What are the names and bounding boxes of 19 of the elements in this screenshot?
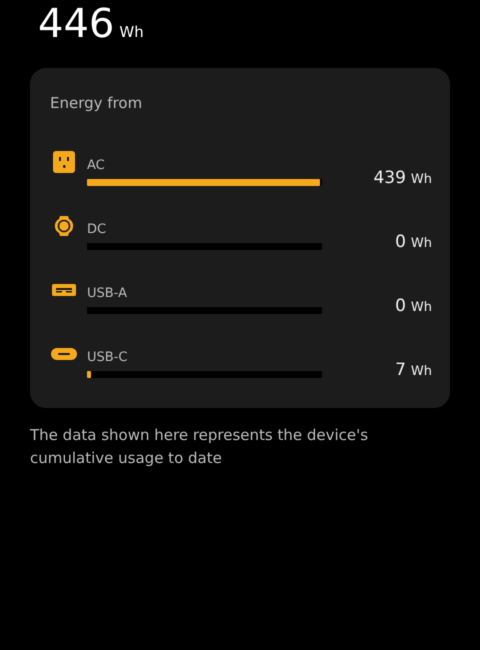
outlet-icon (50, 150, 78, 174)
energy-unit: Wh (410, 364, 432, 379)
energy-value: 0 (395, 296, 406, 316)
usage-note: The data shown here represents the device's cumulative usage to date (30, 425, 370, 469)
usb-c-port-icon (50, 346, 78, 362)
energy-unit: Wh (410, 236, 432, 251)
total-energy-unit: Wh (119, 23, 144, 41)
source-label: DC (87, 222, 108, 237)
energy-value: 0 (395, 232, 406, 252)
total-energy-value: 446 (38, 2, 114, 46)
energy-value: 439 (373, 168, 406, 188)
card-title: Energy from (50, 94, 144, 112)
source-label: USB-A (87, 286, 128, 301)
energy-unit: Wh (410, 172, 432, 187)
usb-port-icon (50, 282, 78, 298)
source-label: USB-C (87, 350, 128, 365)
source-label: AC (87, 158, 106, 173)
energy-unit: Wh (410, 300, 432, 315)
energy-value: 7 (395, 360, 406, 380)
